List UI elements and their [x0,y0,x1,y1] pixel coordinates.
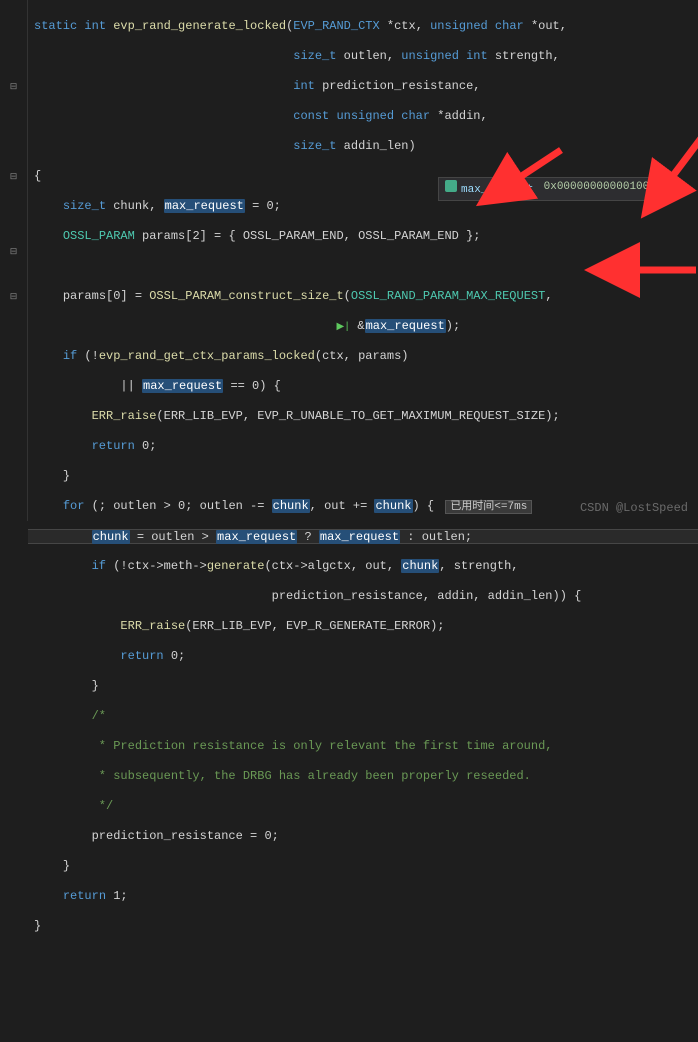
fold-gutter: ⊟ ⊟ ⊟ ⊟ [0,0,28,521]
code-editor[interactable]: ⊟ ⊟ ⊟ ⊟ static int evp_rand_generate_loc… [0,0,698,521]
execution-pointer-icon: ▶| [336,322,350,333]
highlight-max-request: max_request [216,530,297,544]
highlight-chunk: chunk [401,559,439,573]
highlight-max-request: max_request [319,530,400,544]
annotation-arrow [458,130,571,225]
annotation-arrow [613,105,698,220]
watermark: CSDN @LostSpeed [580,501,688,515]
highlight-max-request: max_request [142,379,223,393]
highlight-chunk: chunk [374,499,412,513]
code-content[interactable]: static int evp_rand_generate_locked(EVP_… [28,0,698,521]
fold-icon[interactable]: ⊟ [0,244,27,259]
highlight-max-request: max_request [164,199,245,213]
time-badge: 已用时间<=7ms [445,500,532,514]
fold-icon[interactable]: ⊟ [0,169,27,184]
highlight-max-request: max_request [365,319,446,333]
annotation-arrow [573,240,698,305]
highlight-chunk: chunk [272,499,310,513]
fold-icon[interactable]: ⊟ [0,289,27,304]
current-execution-line: chunk = outlen > max_request ? max_reque… [28,529,698,544]
cube-icon [445,180,457,192]
highlight-chunk: chunk [92,530,130,544]
fold-icon[interactable]: ⊟ [0,79,27,94]
